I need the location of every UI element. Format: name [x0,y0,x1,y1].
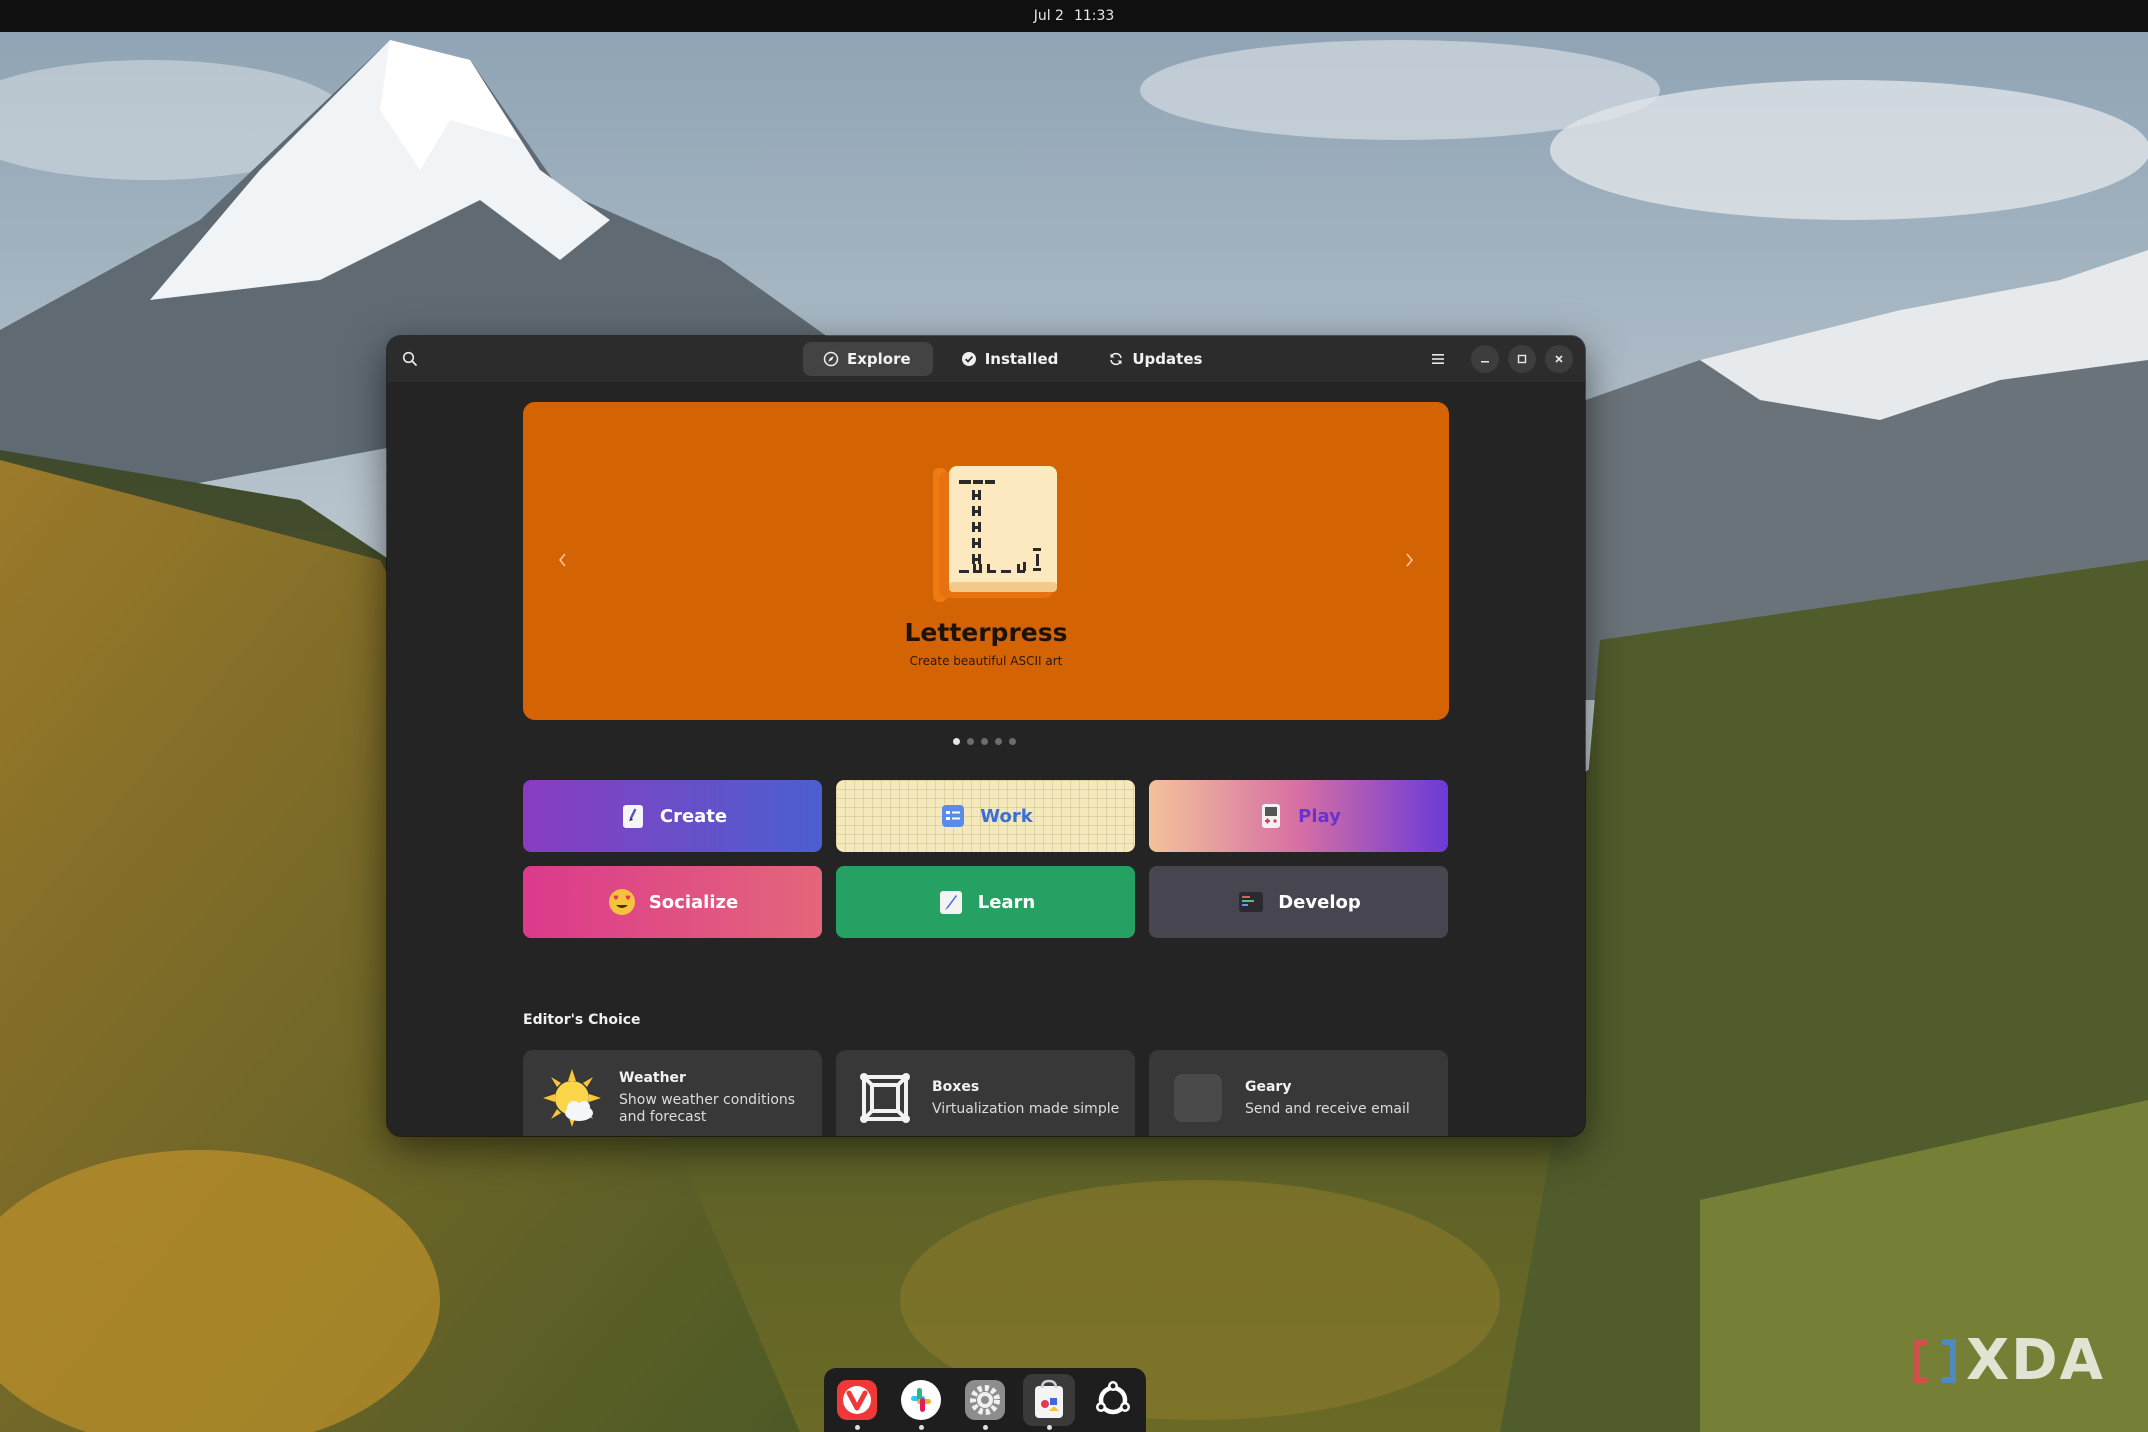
carousel-previous-button[interactable] [545,542,581,578]
app-card-text: Weather Show weather conditions and fore… [619,1070,809,1126]
app-name: Boxes [932,1078,980,1095]
app-summary: Virtualization made simple [932,1100,1120,1117]
settings-gear-icon [965,1380,1005,1420]
app-summary: Send and receive email [1245,1100,1410,1117]
software-bag-icon [1035,1379,1063,1418]
category-grid: Create Work Play Socialize Learn Develop [523,780,1449,938]
app-card-boxes[interactable]: Boxes Virtualization made simple [836,1050,1135,1136]
featured-app-summary: Create beautiful ASCII art [909,654,1063,668]
featured-carousel[interactable]: Letterpress Create beautiful ASCII art [523,402,1449,720]
terminal-icon [1236,887,1266,917]
category-develop-label: Develop [1278,891,1361,913]
category-create-label: Create [659,805,728,827]
minimize-button[interactable] [1471,345,1499,373]
category-play-button[interactable]: Play [1149,780,1448,852]
vivaldi-icon [837,1380,877,1420]
maximize-icon [1517,354,1527,364]
letterpress-app-icon [921,464,1061,604]
gameboy-icon [1256,801,1286,831]
ubuntu-logo-icon [1096,1381,1130,1415]
search-button[interactable] [395,345,425,373]
view-switcher: Explore Installed Updates [803,342,1224,376]
refresh-icon [1110,352,1123,366]
close-button[interactable] [1545,345,1573,373]
running-indicator [983,1425,988,1430]
tab-installed-label: Installed [984,350,1059,368]
editors-choice-heading: Editor's Choice [523,1012,641,1028]
dock-item-software[interactable] [1023,1374,1075,1430]
dock-item-vivaldi[interactable] [831,1374,883,1430]
app-name: Geary [1245,1078,1292,1095]
app-placeholder-icon [1167,1067,1229,1129]
app-card-text: Boxes Virtualization made simple [932,1079,1122,1118]
explore-page: Letterpress Create beautiful ASCII art C… [387,382,1585,1136]
compass-icon [823,351,839,367]
tab-explore[interactable]: Explore [803,342,933,376]
carousel-dot[interactable] [995,738,1002,745]
clock-date: Jul 2 [1033,8,1064,24]
boxes-icon [854,1067,916,1129]
chevron-left-icon [558,553,566,567]
carousel-next-button[interactable] [1391,542,1427,578]
category-socialize-button[interactable]: Socialize [523,866,822,938]
carousel-dot[interactable] [1009,738,1016,745]
carousel-dot[interactable] [953,738,960,745]
app-name: Weather [619,1070,686,1086]
featured-app-title: Letterpress [904,618,1068,647]
top-bar: Jul 2 11:33 [0,0,2148,32]
tab-installed[interactable]: Installed [941,342,1081,376]
category-socialize-label: Socialize [648,891,739,913]
dock-item-settings[interactable] [959,1374,1011,1430]
dock [824,1368,1146,1432]
category-work-button[interactable]: Work [836,780,1135,852]
running-indicator [855,1425,860,1430]
running-indicator [919,1425,924,1430]
editors-choice-grid: Weather Show weather conditions and fore… [523,1050,1449,1136]
slack-icon [901,1380,941,1420]
show-apps-button[interactable] [1087,1374,1139,1426]
running-indicator [1047,1425,1052,1430]
app-card-text: Geary Send and receive email [1245,1079,1435,1118]
maximize-button[interactable] [1508,345,1536,373]
clock[interactable]: Jul 2 11:33 [1034,8,1115,24]
carousel-dot[interactable] [967,738,974,745]
category-learn-label: Learn [977,891,1036,913]
software-window: Explore Installed Updates Letterpress Cr… [387,336,1585,1136]
clock-time: 11:33 [1073,8,1115,24]
window-controls [1424,345,1573,373]
search-icon [402,351,417,366]
tab-explore-label: Explore [847,350,911,368]
sun-cloud-icon [541,1067,603,1129]
app-summary: Show weather conditions and forecast [619,1092,796,1125]
paint-card-icon [618,801,648,831]
chevron-right-icon [1406,553,1414,567]
notebook-pencil-icon [936,887,966,917]
header-bar: Explore Installed Updates [387,336,1585,382]
xda-logo-icon [1914,1338,1956,1383]
carousel-indicator [953,738,1016,745]
icon-placeholder [1174,1074,1222,1122]
category-create-button[interactable]: Create [523,780,822,852]
minimize-icon [1481,361,1489,363]
xda-watermark: XDA [1910,1328,2105,1393]
carousel-dot[interactable] [981,738,988,745]
app-card-weather[interactable]: Weather Show weather conditions and fore… [523,1050,822,1136]
category-learn-button[interactable]: Learn [836,866,1135,938]
watermark-text: XDA [1966,1328,2105,1393]
close-icon [1555,355,1563,363]
hamburger-menu-icon [1432,354,1444,364]
heart-eyes-emoji-icon [607,887,637,917]
main-menu-button[interactable] [1424,345,1452,373]
checklist-icon [938,801,968,831]
dock-item-slack[interactable] [895,1374,947,1430]
app-card-geary[interactable]: Geary Send and receive email [1149,1050,1448,1136]
category-develop-button[interactable]: Develop [1149,866,1448,938]
tab-updates-label: Updates [1132,350,1203,368]
category-play-label: Play [1298,805,1341,827]
check-circle-icon [961,352,976,366]
category-work-label: Work [980,805,1033,827]
tab-updates[interactable]: Updates [1088,342,1224,376]
